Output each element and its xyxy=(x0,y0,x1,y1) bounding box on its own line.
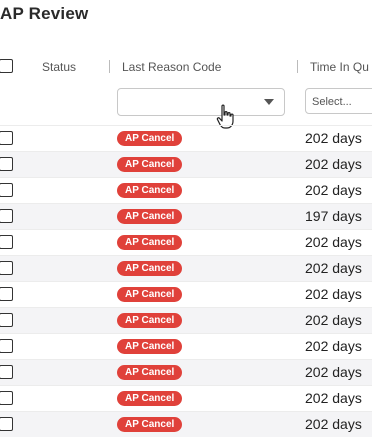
time-in-queue-value: 202 days xyxy=(305,156,362,172)
time-in-queue-value: 202 days xyxy=(305,182,362,198)
table-row[interactable]: AP Cancel 202 days xyxy=(0,177,372,203)
row-checkbox[interactable] xyxy=(0,235,13,249)
table-row[interactable]: AP Cancel 202 days xyxy=(0,411,372,437)
row-checkbox[interactable] xyxy=(0,183,13,197)
table-row[interactable]: AP Cancel 202 days xyxy=(0,281,372,307)
time-in-queue-value: 202 days xyxy=(305,338,362,354)
time-in-queue-value: 197 days xyxy=(305,208,362,224)
filter-row: Select... xyxy=(0,86,372,120)
time-in-queue-value: 202 days xyxy=(305,390,362,406)
row-checkbox[interactable] xyxy=(0,365,13,379)
row-checkbox[interactable] xyxy=(0,391,13,405)
reason-code-badge: AP Cancel xyxy=(117,391,183,406)
row-checkbox[interactable] xyxy=(0,157,13,171)
select-all-checkbox[interactable] xyxy=(0,59,13,73)
time-in-queue-value: 202 days xyxy=(305,234,362,250)
time-in-queue-value: 202 days xyxy=(305,286,362,302)
column-header-last-reason-code[interactable]: Last Reason Code xyxy=(122,60,221,74)
time-in-queue-filter-select[interactable]: Select... xyxy=(305,88,372,114)
row-checkbox[interactable] xyxy=(0,287,13,301)
caret-down-icon[interactable] xyxy=(264,99,274,105)
time-in-queue-value: 202 days xyxy=(305,260,362,276)
reason-code-badge: AP Cancel xyxy=(117,365,183,380)
table-row[interactable]: AP Cancel 202 days xyxy=(0,333,372,359)
reason-code-badge: AP Cancel xyxy=(117,235,183,250)
time-in-queue-value: 202 days xyxy=(305,312,362,328)
reason-code-badge: AP Cancel xyxy=(117,131,183,146)
row-checkbox[interactable] xyxy=(0,339,13,353)
row-checkbox[interactable] xyxy=(0,209,13,223)
table-row[interactable]: AP Cancel 202 days xyxy=(0,151,372,177)
table-row[interactable]: AP Cancel 197 days xyxy=(0,203,372,229)
column-header-status[interactable]: Status xyxy=(42,60,76,74)
row-checkbox[interactable] xyxy=(0,131,13,145)
column-separator[interactable] xyxy=(297,60,298,73)
table-header: Status Last Reason Code Time In Qu xyxy=(0,54,372,80)
row-checkbox[interactable] xyxy=(0,417,13,431)
reason-code-badge: AP Cancel xyxy=(117,261,183,276)
column-separator[interactable] xyxy=(109,60,110,73)
column-header-time-in-queue[interactable]: Time In Qu xyxy=(310,60,369,74)
reason-code-badge: AP Cancel xyxy=(117,209,183,224)
page-title: AP Review xyxy=(0,4,89,23)
row-checkbox[interactable] xyxy=(0,313,13,327)
reason-code-badge: AP Cancel xyxy=(117,339,183,354)
table-row[interactable]: AP Cancel 202 days xyxy=(0,385,372,411)
reason-code-filter-dropdown[interactable] xyxy=(117,88,285,116)
table-body: AP Cancel 202 days AP Cancel 202 days AP Can… xyxy=(0,125,372,437)
reason-code-badge: AP Cancel xyxy=(117,287,183,302)
table-row[interactable]: AP Cancel 202 days xyxy=(0,359,372,385)
reason-code-badge: AP Cancel xyxy=(117,157,183,172)
time-in-queue-value: 202 days xyxy=(305,364,362,380)
time-in-queue-value: 202 days xyxy=(305,130,362,146)
table-row[interactable]: AP Cancel 202 days xyxy=(0,307,372,333)
row-checkbox[interactable] xyxy=(0,261,13,275)
table-row[interactable]: AP Cancel 202 days xyxy=(0,229,372,255)
table-row[interactable]: AP Cancel 202 days xyxy=(0,255,372,281)
reason-code-badge: AP Cancel xyxy=(117,183,183,198)
reason-code-badge: AP Cancel xyxy=(117,313,183,328)
table-row[interactable]: AP Cancel 202 days xyxy=(0,125,372,151)
